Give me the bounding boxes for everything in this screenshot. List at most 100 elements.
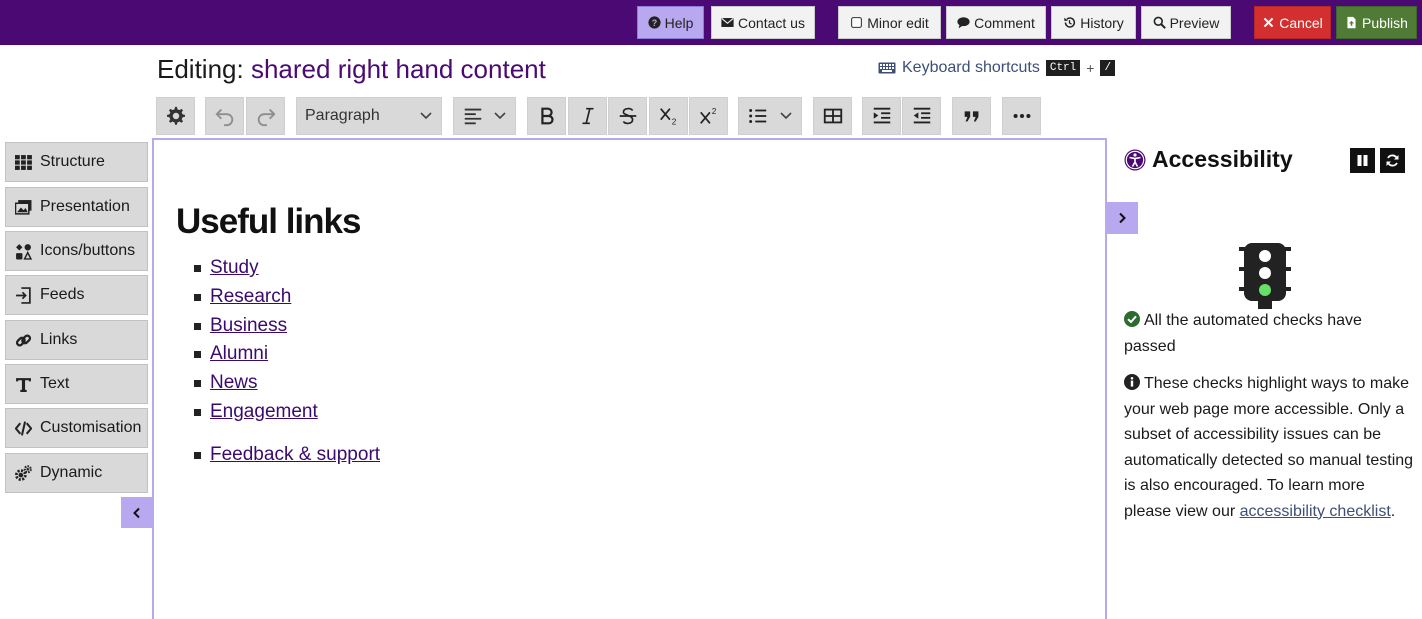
collapse-accessibility-panel-button[interactable] <box>1106 202 1138 234</box>
accessibility-status: All the automated checks have passed <box>1124 308 1414 359</box>
sidebar-item-customisation[interactable]: Customisation <box>5 408 148 448</box>
info-circle-icon <box>1124 374 1140 390</box>
sidebar-item-icons-buttons[interactable]: Icons/buttons <box>5 231 148 271</box>
svg-text:2: 2 <box>711 107 716 116</box>
page-title: Editing: shared right hand content <box>157 54 546 85</box>
ellipsis-icon <box>1013 113 1030 119</box>
indent-button[interactable] <box>862 97 901 135</box>
block-format-select[interactable]: Paragraph <box>296 97 442 135</box>
checkbox-icon <box>851 17 863 28</box>
sidebar-item-label: Links <box>40 331 78 348</box>
more-options-button[interactable] <box>1002 97 1041 135</box>
list-bullet <box>194 408 201 416</box>
search-icon <box>1153 16 1166 29</box>
settings-tool-button[interactable] <box>156 97 195 135</box>
top-bar: ? Help Contact us Minor edit Comment His… <box>0 0 1422 45</box>
pause-icon <box>1357 155 1368 166</box>
list-bullet <box>194 293 201 301</box>
refresh-checks-button[interactable] <box>1380 148 1405 173</box>
quote-icon <box>964 111 978 122</box>
history-button[interactable]: History <box>1051 6 1136 39</box>
bullet-list-dropdown-button[interactable] <box>738 97 802 135</box>
align-dropdown-button[interactable] <box>453 97 516 135</box>
sidebar-item-presentation[interactable]: Presentation <box>5 187 148 227</box>
link-business[interactable]: Business <box>210 315 287 337</box>
minor-edit-label: Minor edit <box>867 14 929 31</box>
collapse-sidebar-button[interactable] <box>121 497 152 528</box>
link-icon <box>15 333 32 347</box>
history-icon <box>1064 17 1076 28</box>
bullet-list-icon <box>749 109 767 123</box>
code-icon <box>15 420 32 436</box>
bold-button[interactable] <box>527 97 566 135</box>
comment-icon <box>957 17 970 29</box>
minor-edit-checkbox[interactable]: Minor edit <box>838 6 941 39</box>
editing-prefix: Editing: <box>157 54 244 84</box>
link-feedback-support[interactable]: Feedback & support <box>210 444 380 466</box>
cancel-label: Cancel <box>1279 14 1323 31</box>
subscript-icon: 2 <box>659 108 676 126</box>
blockquote-button[interactable] <box>952 97 991 135</box>
link-research[interactable]: Research <box>210 286 291 308</box>
block-format-value: Paragraph <box>305 107 380 124</box>
link-engagement[interactable]: Engagement <box>210 401 318 423</box>
italic-icon <box>582 107 593 125</box>
table-button[interactable] <box>813 97 852 135</box>
pause-checks-button[interactable] <box>1350 148 1375 173</box>
keyboard-shortcuts-label: Keyboard shortcuts <box>902 59 1040 76</box>
sidebar-item-dynamic[interactable]: Dynamic <box>5 453 148 493</box>
sidebar-item-structure[interactable]: Structure <box>5 142 148 182</box>
text-t-icon <box>16 377 31 392</box>
content-editor[interactable]: Useful links Study Research Business Alu… <box>152 138 1107 619</box>
sidebar-item-label: Icons/buttons <box>40 242 136 259</box>
strikethrough-icon <box>619 107 636 125</box>
chevron-left-icon <box>132 507 140 518</box>
italic-button[interactable] <box>568 97 607 135</box>
redo-icon <box>257 108 276 127</box>
list-item: Research <box>194 286 291 308</box>
outdent-button[interactable] <box>902 97 941 135</box>
list-bullet <box>194 322 201 330</box>
undo-icon <box>214 108 233 127</box>
strikethrough-button[interactable] <box>608 97 647 135</box>
accessibility-info-text: These checks highlight ways to make your… <box>1124 375 1414 520</box>
preview-button[interactable]: Preview <box>1141 6 1231 39</box>
contact-us-button[interactable]: Contact us <box>711 6 815 39</box>
comment-button[interactable]: Comment <box>946 6 1046 39</box>
redo-button[interactable] <box>246 97 285 135</box>
keyboard-shortcuts-link[interactable]: Keyboard shortcuts Ctrl + / <box>878 59 1116 77</box>
sidebar-item-links[interactable]: Links <box>5 320 148 360</box>
publish-button[interactable]: Publish <box>1336 6 1417 39</box>
gear-icon <box>166 106 185 125</box>
cancel-button[interactable]: Cancel <box>1254 6 1331 39</box>
help-button[interactable]: ? Help <box>637 6 704 39</box>
link-news[interactable]: News <box>210 372 258 394</box>
table-icon <box>823 108 842 124</box>
keyboard-icon <box>878 62 896 74</box>
file-upload-icon <box>1347 16 1356 29</box>
accessibility-title-text: Accessibility <box>1152 146 1293 172</box>
icons-icon <box>16 243 32 260</box>
chevron-right-icon <box>1119 212 1126 224</box>
sidebar-item-feeds[interactable]: Feeds <box>5 275 148 315</box>
images-icon <box>15 199 32 215</box>
accessibility-checklist-link[interactable]: accessibility checklist <box>1240 503 1391 520</box>
link-study[interactable]: Study <box>210 257 259 279</box>
subscript-button[interactable]: 2 <box>649 97 688 135</box>
list-bullet <box>194 264 201 272</box>
superscript-icon: 2 <box>699 107 716 124</box>
list-item: Engagement <box>194 401 318 423</box>
accessibility-info-end: . <box>1390 502 1396 520</box>
list-item: News <box>194 372 258 394</box>
contact-us-label: Contact us <box>738 14 805 31</box>
link-alumni[interactable]: Alumni <box>210 343 268 365</box>
superscript-button[interactable]: 2 <box>689 97 728 135</box>
sidebar-item-text[interactable]: Text <box>5 364 148 404</box>
align-left-icon <box>464 108 482 125</box>
chevron-down-icon <box>494 112 506 120</box>
traffic-light-icon <box>1239 243 1291 309</box>
accessibility-status-text: All the automated checks have passed <box>1124 312 1362 355</box>
undo-button[interactable] <box>205 97 244 135</box>
page-name: shared right hand content <box>250 54 546 84</box>
sidebar-item-label: Feeds <box>40 286 85 303</box>
